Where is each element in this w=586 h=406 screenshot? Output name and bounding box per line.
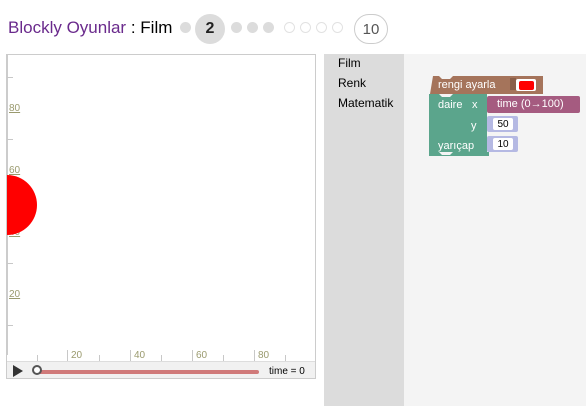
y-axis-tick	[7, 77, 13, 78]
page-title: Blockly Oyunlar : Film	[8, 18, 172, 38]
circle-block-label: daire	[438, 99, 463, 111]
visualization-canvas: 80 60 40 20 20 40 60 80 time = 0	[6, 54, 316, 379]
set-color-label: rengi ayarla	[438, 79, 496, 91]
y-value-field[interactable]: 50	[493, 118, 513, 130]
level-8-dot[interactable]	[316, 22, 327, 33]
y-axis-tick	[7, 325, 13, 326]
last-level-badge[interactable]: 10	[354, 14, 388, 44]
circle-y-label: y	[471, 120, 477, 132]
blocks-workspace[interactable]: rengi ayarla daire x time (0→100) y 50 y…	[404, 54, 586, 406]
level-7-dot[interactable]	[300, 22, 311, 33]
level-1-dot[interactable]	[180, 22, 191, 33]
time-block-label: time (0→100)	[497, 98, 564, 110]
color-swatch	[518, 80, 534, 90]
time-slider-track[interactable]	[37, 370, 259, 374]
radius-value-field[interactable]: 10	[493, 138, 513, 150]
page-name: Film	[140, 18, 173, 37]
level-6-dot[interactable]	[284, 22, 295, 33]
level-3-dot[interactable]	[231, 22, 242, 33]
x-axis-label-80: 80	[254, 350, 269, 361]
y-axis-label-80: 80	[9, 103, 21, 114]
toolbox-category-math[interactable]: Matematik	[338, 96, 393, 110]
play-icon[interactable]	[13, 365, 23, 377]
y-axis-tick	[7, 139, 13, 140]
y-number-block[interactable]: 50	[487, 116, 518, 132]
x-axis-label-60: 60	[192, 350, 207, 361]
y-axis-label-20: 20	[9, 289, 21, 300]
level-9-dot[interactable]	[332, 22, 343, 33]
title-separator: :	[126, 18, 141, 37]
red-circle	[7, 175, 37, 235]
playback-controls: time = 0	[7, 361, 315, 378]
y-axis-tick	[7, 263, 13, 264]
time-slider-thumb[interactable]	[32, 365, 42, 375]
x-axis-label-40: 40	[130, 350, 145, 361]
circle-radius-label: yarıçap	[438, 140, 475, 152]
block-shapes	[429, 76, 543, 156]
x-axis-label-20: 20	[67, 350, 82, 361]
circle-block-bottom	[429, 152, 489, 156]
color-swatch-field[interactable]	[516, 79, 536, 91]
level-5-dot[interactable]	[263, 22, 274, 33]
circle-x-label: x	[472, 99, 478, 111]
toolbox: Film Renk Matematik	[324, 54, 404, 406]
level-4-dot[interactable]	[247, 22, 258, 33]
app-name-link[interactable]: Blockly Oyunlar	[8, 18, 126, 37]
time-readout: time = 0	[269, 366, 305, 377]
radius-number-block[interactable]: 10	[487, 136, 518, 152]
time-block[interactable]: time (0→100)	[487, 96, 580, 113]
toolbox-category-film[interactable]: Film	[338, 56, 361, 70]
current-level-badge[interactable]: 2	[195, 14, 225, 44]
toolbox-category-color[interactable]: Renk	[338, 76, 366, 90]
header: Blockly Oyunlar : Film 2 10	[0, 0, 586, 52]
